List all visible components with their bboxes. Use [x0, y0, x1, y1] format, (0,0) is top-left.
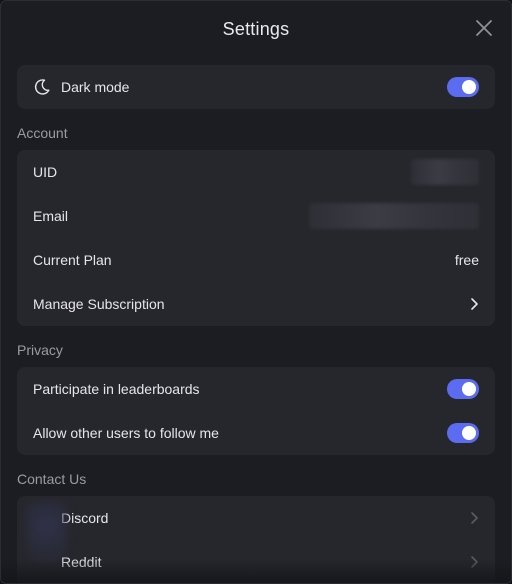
moon-icon — [34, 79, 50, 95]
uid-value-redacted — [411, 159, 479, 185]
manage-subscription-label: Manage Subscription — [33, 296, 165, 312]
dark-mode-toggle[interactable] — [447, 77, 479, 97]
leaderboards-label: Participate in leaderboards — [33, 381, 200, 397]
contact-item-discord[interactable]: Discord — [17, 496, 495, 540]
leaderboards-toggle[interactable] — [447, 379, 479, 399]
current-plan-label: Current Plan — [33, 252, 112, 268]
toggle-knob — [462, 382, 476, 396]
dark-mode-label: Dark mode — [61, 79, 130, 95]
reddit-label: Reddit — [61, 554, 102, 570]
dialog-header: Settings — [1, 1, 511, 57]
close-icon[interactable] — [475, 19, 493, 37]
account-card: UID Email Current Plan free Manage Subsc… — [17, 150, 495, 326]
email-value-redacted — [309, 203, 479, 229]
current-plan-value: free — [454, 252, 479, 268]
dark-mode-row: Dark mode — [17, 65, 495, 109]
uid-label: UID — [33, 164, 58, 180]
privacy-card: Participate in leaderboards Allow other … — [17, 367, 495, 455]
current-plan-row: Current Plan free — [17, 238, 495, 282]
contact-section-label: Contact Us — [17, 471, 87, 487]
toggle-knob — [462, 80, 476, 94]
discord-label: Discord — [61, 510, 109, 526]
settings-dialog: Settings Dark mode Account UID Email Cur… — [0, 0, 512, 584]
chevron-right-icon — [471, 298, 478, 310]
contact-icon-blurred — [27, 502, 67, 582]
email-label: Email — [33, 208, 69, 224]
chevron-right-icon — [471, 556, 478, 568]
settings-content: Dark mode Account UID Email Current Plan… — [1, 57, 511, 583]
follow-row: Allow other users to follow me — [17, 411, 495, 455]
appearance-card: Dark mode — [17, 65, 495, 109]
contact-item-reddit[interactable]: Reddit — [17, 540, 495, 583]
email-row: Email — [17, 194, 495, 238]
uid-row: UID — [17, 150, 495, 194]
leaderboards-row: Participate in leaderboards — [17, 367, 495, 411]
follow-label: Allow other users to follow me — [33, 425, 219, 441]
chevron-right-icon — [471, 512, 478, 524]
account-section-label: Account — [17, 125, 68, 141]
privacy-section-label: Privacy — [17, 342, 63, 358]
follow-toggle[interactable] — [447, 423, 479, 443]
dialog-title: Settings — [222, 18, 290, 39]
toggle-knob — [462, 426, 476, 440]
manage-subscription-row[interactable]: Manage Subscription — [17, 282, 495, 326]
contact-card: Discord Reddit — [17, 496, 495, 583]
